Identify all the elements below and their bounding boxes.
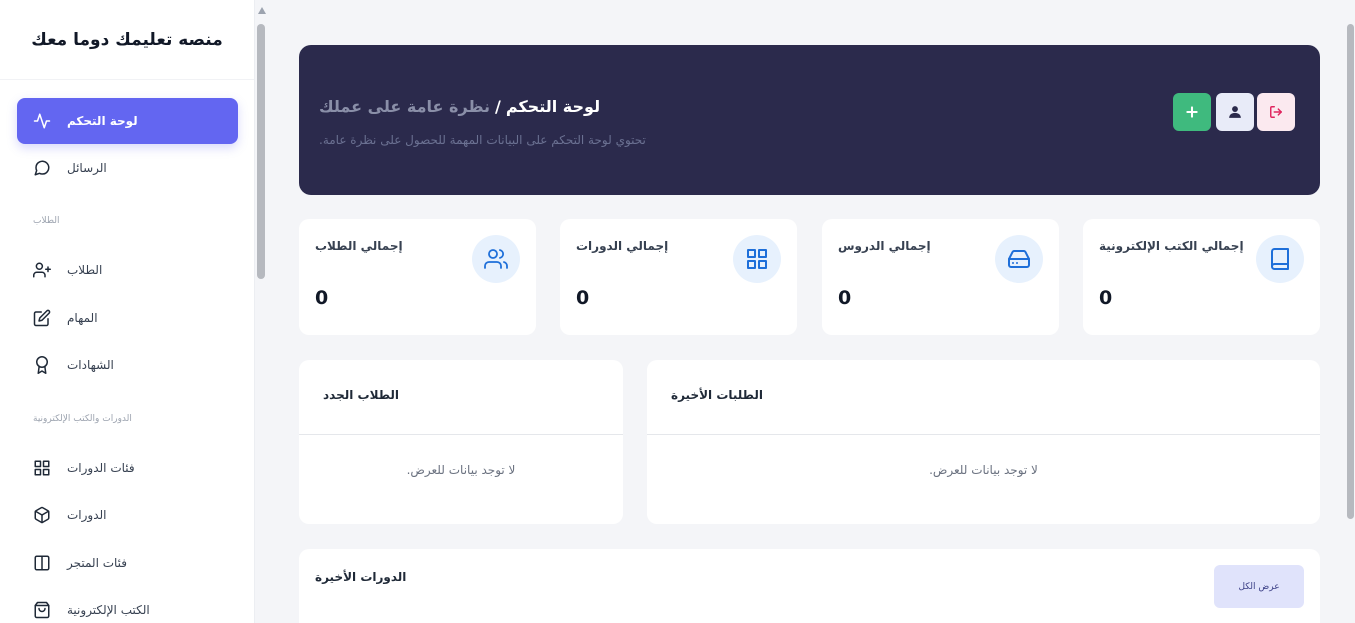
book-icon xyxy=(1256,235,1304,283)
stat-label: إجمالي الكتب الإلكترونية xyxy=(1099,239,1244,253)
user-icon xyxy=(1228,105,1242,119)
sidebar-scrollbar[interactable] xyxy=(255,0,269,623)
user-plus-icon xyxy=(33,261,51,279)
sidebar-item-ebooks[interactable]: الكتب الإلكترونية xyxy=(17,587,238,623)
recent-courses-panel: الدورات الأخيرة عرض الكل xyxy=(299,549,1320,623)
sidebar-item-store-categories[interactable]: فئات المتجر xyxy=(17,540,238,586)
stat-card-ebooks: إجمالي الكتب الإلكترونية 0 xyxy=(1083,219,1320,335)
sidebar-item-tasks[interactable]: المهام xyxy=(17,295,238,341)
award-icon xyxy=(33,356,51,374)
sign-out-icon xyxy=(1269,105,1283,119)
stat-value: 0 xyxy=(838,287,852,309)
sidebar-item-messages[interactable]: الرسائل xyxy=(17,145,238,191)
stat-label: إجمالي الدروس xyxy=(838,239,931,253)
sidebar-item-students[interactable]: الطلاب xyxy=(17,247,238,293)
sidebar-item-courses[interactable]: الدورات xyxy=(17,492,238,538)
empty-state-text: لا توجد بيانات للعرض. xyxy=(929,463,1038,477)
sidebar-item-label: الطلاب xyxy=(67,263,103,277)
sidebar-item-label: فئات الدورات xyxy=(67,461,135,475)
grid-icon xyxy=(33,459,51,477)
panel-divider xyxy=(647,434,1320,435)
edit-icon xyxy=(33,309,51,327)
stat-value: 0 xyxy=(1099,287,1113,309)
stat-value: 0 xyxy=(576,287,590,309)
recent-orders-panel: الطلبات الأخيرة لا توجد بيانات للعرض. xyxy=(647,360,1320,524)
page-scrollbar[interactable] xyxy=(1343,0,1355,623)
box-icon xyxy=(33,506,51,524)
dashboard-hero: لوحة التحكم/نظرة عامة على عملك تحتوي لوح… xyxy=(299,45,1320,195)
stat-card-students: إجمالي الطلاب 0 xyxy=(299,219,536,335)
sidebar-item-label: الكتب الإلكترونية xyxy=(67,603,150,617)
new-students-panel: الطلاب الجدد لا توجد بيانات للعرض. xyxy=(299,360,623,524)
sidebar-item-label: الرسائل xyxy=(67,161,107,175)
sidebar-item-certificates[interactable]: الشهادات xyxy=(17,342,238,388)
page-scrollbar-thumb[interactable] xyxy=(1347,24,1354,519)
stat-card-courses: إجمالي الدورات 0 xyxy=(560,219,797,335)
logout-button[interactable] xyxy=(1257,93,1295,131)
page-description: تحتوي لوحة التحكم على البيانات المهمة لل… xyxy=(319,133,646,147)
sidebar-item-label: المهام xyxy=(67,311,98,325)
plus-icon xyxy=(1185,105,1199,119)
stat-label: إجمالي الدورات xyxy=(576,239,669,253)
users-icon xyxy=(472,235,520,283)
sidebar-item-course-categories[interactable]: فئات الدورات xyxy=(17,445,238,491)
columns-icon xyxy=(33,554,51,572)
scrollbar-thumb[interactable] xyxy=(257,24,265,279)
panel-title: الطلبات الأخيرة xyxy=(671,388,763,402)
sidebar-item-label: لوحة التحكم xyxy=(67,114,138,128)
page-title-main: لوحة التحكم xyxy=(505,97,601,116)
sidebar: منصه تعليمك دوما معك لوحة التحكم الرسائل… xyxy=(0,0,255,623)
scroll-up-arrow-icon[interactable] xyxy=(258,7,266,14)
empty-state-text: لا توجد بيانات للعرض. xyxy=(406,463,516,477)
view-all-button[interactable]: عرض الكل xyxy=(1214,565,1304,608)
stat-card-lessons: إجمالي الدروس 0 xyxy=(822,219,1059,335)
sidebar-item-label: فئات المتجر xyxy=(67,556,128,570)
section-heading-students: الطلاب xyxy=(33,216,60,226)
stat-label: إجمالي الطلاب xyxy=(315,239,403,253)
add-button[interactable] xyxy=(1173,93,1211,131)
section-heading-courses: الدورات والكتب الإلكترونية xyxy=(33,414,132,424)
panel-title: الطلاب الجدد xyxy=(323,388,400,402)
hard-drive-icon xyxy=(995,235,1043,283)
stat-value: 0 xyxy=(315,287,329,309)
activity-icon xyxy=(33,112,51,130)
shopping-bag-icon xyxy=(33,601,51,619)
sidebar-item-dashboard[interactable]: لوحة التحكم xyxy=(17,98,238,144)
sidebar-item-label: الشهادات xyxy=(67,358,114,372)
brand-title: منصه تعليمك دوما معك xyxy=(0,0,254,80)
profile-button[interactable] xyxy=(1216,93,1254,131)
page-title: لوحة التحكم/نظرة عامة على عملك xyxy=(319,97,600,116)
page-title-sub: نظرة عامة على عملك xyxy=(319,97,490,116)
grid-icon xyxy=(733,235,781,283)
title-separator: / xyxy=(494,97,501,116)
sidebar-item-label: الدورات xyxy=(67,508,107,522)
message-circle-icon xyxy=(33,159,51,177)
panel-title: الدورات الأخيرة xyxy=(315,570,407,584)
panel-divider xyxy=(299,434,623,435)
